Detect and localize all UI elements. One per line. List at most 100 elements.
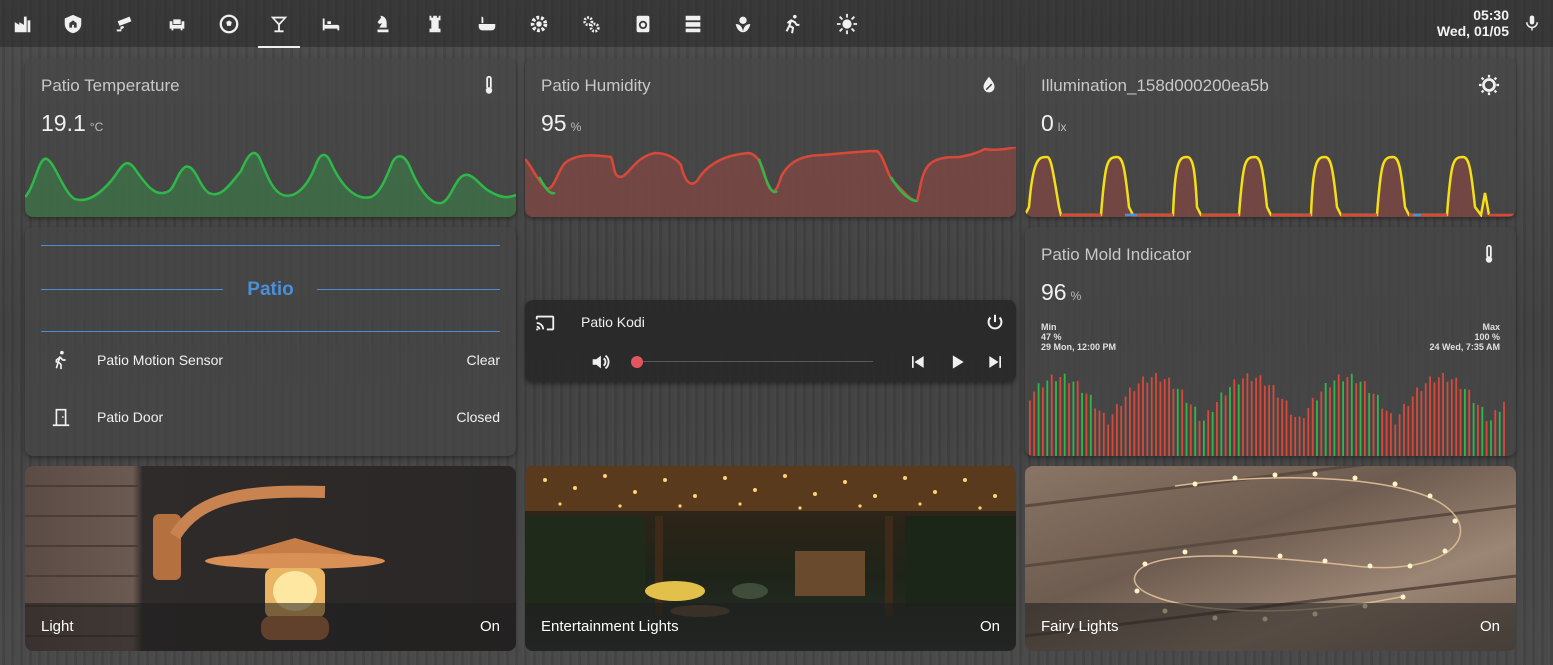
history-bar [1037, 383, 1040, 456]
history-bar [1390, 413, 1392, 456]
history-bar [1468, 389, 1471, 456]
history-bar [1120, 406, 1123, 456]
tab-settings[interactable] [522, 8, 556, 40]
volume-icon[interactable] [589, 351, 611, 373]
card-title: Patio Humidity [541, 76, 651, 95]
history-bar [1429, 376, 1431, 456]
entity-row-door[interactable]: Patio Door Closed [41, 397, 500, 437]
history-bar [1237, 384, 1240, 456]
sensor-value: 19.1 °C [41, 110, 103, 137]
clock-time: 05:30 [1473, 7, 1509, 23]
chess-rook-icon [429, 15, 441, 33]
illumination-card[interactable]: Illumination_158d000200ea5b 0 lx [1025, 58, 1516, 217]
fairy-lights-card[interactable]: Fairy Lights On [1025, 466, 1516, 651]
value-unit: % [570, 120, 582, 134]
history-bar [1259, 375, 1262, 456]
entity-name: Patio Motion Sensor [97, 352, 224, 368]
history-bar [1433, 382, 1436, 456]
play-icon[interactable] [947, 352, 967, 372]
history-bar [1298, 416, 1301, 456]
card-footer [25, 603, 516, 651]
history-bar [1133, 391, 1136, 456]
tab-fitness[interactable] [776, 8, 810, 40]
history-bar [1377, 394, 1379, 456]
sofa-icon [169, 19, 185, 31]
tab-cctv[interactable] [108, 8, 142, 40]
card-title: Patio Mold Indicator [1041, 245, 1192, 264]
tab-factory[interactable] [6, 8, 40, 40]
mold-min-stats: Min 47 % 29 Mon, 12:00 PM [1041, 322, 1116, 352]
history-bar [1329, 387, 1331, 456]
history-bar [1042, 387, 1044, 456]
min-time: 29 Mon, 12:00 PM [1041, 342, 1117, 352]
clock-date: Wed, 01/05 [1436, 23, 1509, 39]
max-value: 100 % [1474, 332, 1500, 342]
entity-row-motion-sensor[interactable]: Patio Motion Sensor Clear [41, 340, 500, 380]
history-bar [1455, 377, 1458, 456]
patio-temperature-card[interactable]: Patio Temperature 19.1 °C [25, 58, 516, 217]
history-bar [1268, 384, 1270, 456]
tab-garden[interactable] [726, 8, 760, 40]
entity-state: Closed [456, 409, 500, 425]
light-name: Entertainment Lights [541, 618, 679, 635]
tab-bedroom[interactable] [314, 8, 348, 40]
history-bar [1398, 414, 1401, 456]
patio-humidity-card[interactable]: Patio Humidity 95% [525, 58, 1016, 217]
skip-previous-icon[interactable] [907, 352, 927, 372]
entertainment-lights-card[interactable]: Entertainment Lights On [525, 466, 1016, 651]
thermometer-icon [485, 75, 493, 94]
temperature-history-graph [25, 151, 516, 217]
thermometer-icon [1485, 244, 1493, 263]
skip-next-icon[interactable] [986, 352, 1006, 372]
mold-max-stats: Max 100 % 24 Wed, 7:35 AM [1429, 322, 1500, 352]
history-bar [1085, 393, 1088, 456]
tab-servers[interactable] [676, 8, 710, 40]
history-bar [1072, 381, 1075, 456]
history-bar [1281, 398, 1284, 456]
tab-bathroom[interactable] [470, 8, 504, 40]
volume-slider-track[interactable] [637, 361, 873, 362]
patio-kodi-media-card: Patio Kodi [525, 300, 1016, 382]
history-bar [1102, 412, 1105, 456]
tab-rook[interactable] [418, 8, 452, 40]
server-icon [685, 15, 701, 33]
history-bar [1050, 374, 1053, 456]
run-icon [785, 14, 800, 34]
history-bar [1111, 414, 1114, 456]
history-bar [1337, 374, 1340, 456]
light-state: On [479, 618, 500, 635]
history-bar [1229, 387, 1231, 456]
tab-knight[interactable] [366, 8, 400, 40]
tab-weather[interactable] [830, 8, 864, 40]
humidity-history-graph [525, 147, 1016, 217]
door-closed-icon [41, 405, 81, 429]
light-card[interactable]: Light On [25, 466, 516, 651]
history-bar [1472, 403, 1475, 456]
history-bar [1116, 404, 1118, 456]
cast-icon[interactable] [534, 312, 556, 334]
tab-patio[interactable] [258, 8, 300, 48]
history-bar [1250, 381, 1253, 456]
history-bar [1063, 373, 1066, 456]
tab-living-room[interactable] [160, 8, 194, 40]
water-percent-icon [983, 76, 995, 93]
tab-laundry[interactable] [626, 8, 660, 40]
history-bar [1416, 387, 1418, 456]
tab-home-security[interactable] [56, 8, 90, 40]
history-bar [1068, 383, 1070, 456]
history-bar [1320, 391, 1323, 456]
history-bar [1372, 393, 1375, 456]
microphone-icon[interactable] [1523, 12, 1541, 34]
max-label: Max [1482, 322, 1500, 332]
power-icon[interactable] [984, 312, 1006, 334]
cctv-icon [116, 16, 132, 32]
history-bar [1194, 406, 1197, 456]
value-number: 95 [541, 110, 567, 136]
history-bar [1333, 380, 1336, 456]
history-bar [1046, 380, 1049, 456]
history-bar [1477, 404, 1479, 456]
history-bar [1346, 377, 1349, 456]
tab-games[interactable] [212, 8, 246, 40]
tab-settings-multiple[interactable] [574, 8, 608, 40]
volume-slider-handle[interactable] [631, 356, 643, 368]
